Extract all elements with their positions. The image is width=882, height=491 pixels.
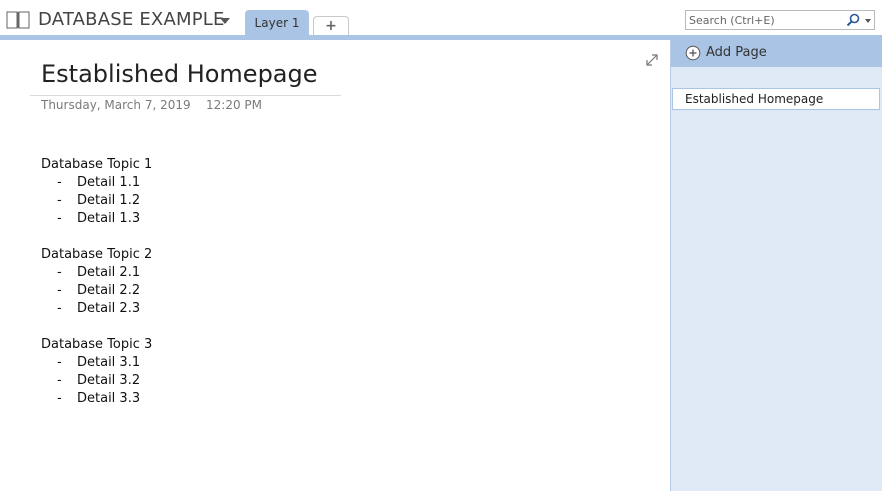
- add-section-tab[interactable]: +: [313, 16, 349, 36]
- list-item-text: Detail 2.1: [77, 265, 141, 280]
- list-item-text: Detail 2.3: [77, 301, 141, 316]
- list-dash: -: [57, 283, 62, 298]
- list-item[interactable]: - Detail 1.1: [41, 174, 152, 192]
- list-item[interactable]: - Detail 3.1: [41, 354, 152, 372]
- expand-icon[interactable]: [645, 53, 659, 67]
- notebook-icon[interactable]: [6, 11, 30, 29]
- search-box[interactable]: [685, 10, 875, 30]
- page-list-item[interactable]: Established Homepage: [672, 88, 880, 110]
- list-dash: -: [57, 373, 62, 388]
- list-item[interactable]: - Detail 3.2: [41, 372, 152, 390]
- list-item[interactable]: - Detail 2.2: [41, 282, 152, 300]
- add-page-button[interactable]: Add Page: [671, 40, 882, 67]
- list-item-text: Detail 1.2: [77, 193, 141, 208]
- list-dash: -: [57, 355, 62, 370]
- page-date: Thursday, March 7, 2019: [41, 98, 191, 112]
- list-item-text: Detail 3.1: [77, 355, 141, 370]
- page-list-pane: Add Page Established Homepage: [670, 40, 882, 491]
- add-page-label: Add Page: [706, 45, 767, 60]
- list-item[interactable]: - Detail 1.3: [41, 210, 152, 228]
- list-item[interactable]: - Detail 3.3: [41, 390, 152, 408]
- list-dash: -: [57, 193, 62, 208]
- list-dash: -: [57, 265, 62, 280]
- topic-heading[interactable]: Database Topic 3: [41, 336, 152, 354]
- note-content[interactable]: Database Topic 1 - Detail 1.1 - Detail 1…: [41, 156, 152, 408]
- notebook-dropdown-icon[interactable]: [220, 18, 230, 24]
- topic-heading[interactable]: Database Topic 2: [41, 246, 152, 264]
- list-item-text: Detail 3.2: [77, 373, 141, 388]
- search-input[interactable]: [686, 11, 839, 29]
- title-divider: [30, 95, 341, 96]
- search-scope-dropdown-icon[interactable]: [865, 19, 871, 23]
- page-canvas[interactable]: Established Homepage Thursday, March 7, …: [0, 40, 670, 491]
- list-item[interactable]: - Detail 1.2: [41, 192, 152, 210]
- add-circle-icon: [685, 45, 701, 61]
- list-item[interactable]: - Detail 2.1: [41, 264, 152, 282]
- list-item-text: Detail 1.1: [77, 175, 141, 190]
- notebook-title[interactable]: DATABASE EXAMPLE: [38, 9, 225, 30]
- list-item-text: Detail 1.3: [77, 211, 141, 226]
- topic-heading[interactable]: Database Topic 1: [41, 156, 152, 174]
- list-item-text: Detail 3.3: [77, 391, 141, 406]
- list-item[interactable]: - Detail 2.3: [41, 300, 152, 318]
- tab-layer-1[interactable]: Layer 1: [245, 10, 309, 37]
- page-title[interactable]: Established Homepage: [41, 60, 318, 88]
- list-item-text: Detail 2.2: [77, 283, 141, 298]
- list-dash: -: [57, 211, 62, 226]
- page-time: 12:20 PM: [206, 98, 262, 112]
- search-icon[interactable]: [846, 13, 860, 27]
- list-dash: -: [57, 175, 62, 190]
- list-dash: -: [57, 301, 62, 316]
- title-bar: DATABASE EXAMPLE Layer 1 +: [0, 0, 882, 40]
- list-dash: -: [57, 391, 62, 406]
